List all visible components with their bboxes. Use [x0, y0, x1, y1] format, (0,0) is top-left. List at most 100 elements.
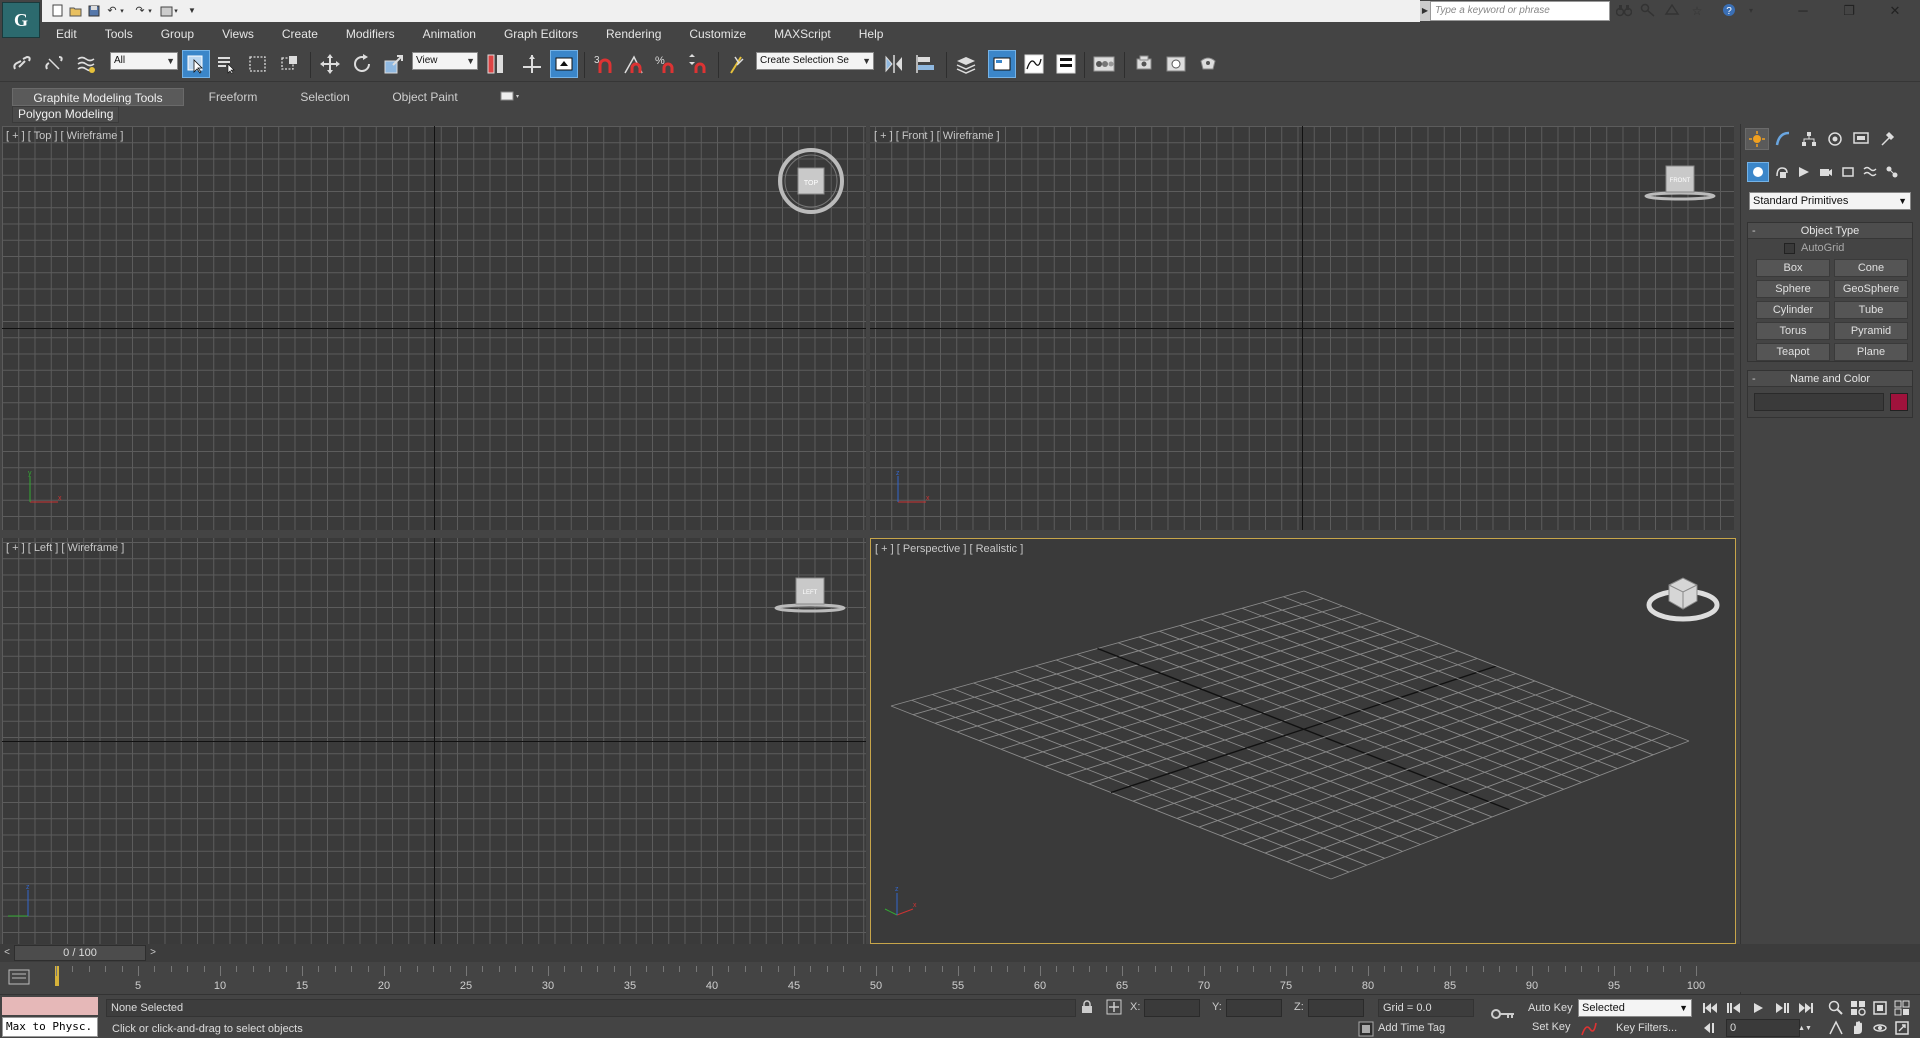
- mini-curve-editor-icon[interactable]: [8, 968, 34, 988]
- render-production-icon[interactable]: [1194, 50, 1222, 78]
- ribbon-tab-graphite-modeling[interactable]: Graphite Modeling Tools: [12, 88, 184, 106]
- primitives-dropdown[interactable]: Standard Primitives ▼: [1749, 192, 1911, 210]
- torus-button[interactable]: Torus: [1756, 322, 1830, 340]
- menu-maxscript[interactable]: MAXScript: [760, 24, 845, 44]
- menu-group[interactable]: Group: [147, 24, 208, 44]
- time-tag-icon[interactable]: [1358, 1021, 1374, 1037]
- time-slider[interactable]: < 0 / 100 >: [0, 944, 1920, 962]
- name-and-color-header[interactable]: - Name and Color: [1748, 371, 1912, 387]
- set-key-icon[interactable]: [1490, 1005, 1516, 1023]
- default-tangents-icon[interactable]: [1580, 1021, 1598, 1037]
- autogrid-checkbox[interactable]: AutoGrid: [1784, 241, 1844, 255]
- favorites-star-icon[interactable]: ☆: [1688, 3, 1706, 19]
- ribbon-options-icon[interactable]: [500, 89, 522, 103]
- object-name-input[interactable]: [1754, 393, 1884, 411]
- menu-help[interactable]: Help: [845, 24, 898, 44]
- zoom-extents-icon[interactable]: [1870, 999, 1890, 1017]
- project-dropdown-icon[interactable]: ▾: [172, 3, 180, 18]
- geosphere-button[interactable]: GeoSphere: [1834, 280, 1908, 298]
- subscription-key-icon[interactable]: [1640, 3, 1658, 19]
- box-button[interactable]: Box: [1756, 259, 1830, 277]
- redo-dropdown-icon[interactable]: ▾: [146, 3, 154, 18]
- maxscript-listener-input[interactable]: Max to Physc.: [2, 1017, 98, 1037]
- viewport-front-label[interactable]: [ + ] [ Front ] [ Wireframe ]: [874, 130, 1000, 142]
- edit-named-selection-icon[interactable]: [724, 50, 752, 78]
- display-tab-icon[interactable]: [1849, 128, 1873, 150]
- systems-category-icon[interactable]: [1881, 162, 1903, 182]
- previous-frame-icon[interactable]: [1724, 999, 1744, 1017]
- object-type-header[interactable]: - Object Type: [1748, 223, 1912, 239]
- pyramid-button[interactable]: Pyramid: [1834, 322, 1908, 340]
- window-crossing-icon[interactable]: [276, 50, 304, 78]
- menu-animation[interactable]: Animation: [409, 24, 490, 44]
- reference-coordinate-dropdown[interactable]: View ▼: [412, 52, 478, 70]
- zoom-icon[interactable]: [1826, 999, 1846, 1017]
- help-icon[interactable]: ?: [1722, 3, 1740, 19]
- viewport-perspective[interactable]: [ + ] [ Perspective ] [ Realistic ] zx: [870, 538, 1736, 944]
- communication-center-icon[interactable]: [1664, 3, 1682, 19]
- viewport-left-label[interactable]: [ + ] [ Left ] [ Wireframe ]: [6, 542, 124, 554]
- time-slider-next-icon[interactable]: >: [146, 945, 160, 961]
- menu-customize[interactable]: Customize: [675, 24, 760, 44]
- time-slider-prev-icon[interactable]: <: [0, 945, 14, 961]
- frame-spinner-icon[interactable]: ▲▼: [1798, 1019, 1812, 1037]
- viewport-front[interactable]: [ + ] [ Front ] [ Wireframe ] FRONT zx: [870, 126, 1734, 530]
- percent-snap-icon[interactable]: %: [652, 50, 680, 78]
- unlink-selection-icon[interactable]: [40, 50, 68, 78]
- time-slider-handle[interactable]: 0 / 100: [14, 945, 146, 961]
- app-logo-button[interactable]: G: [2, 2, 40, 38]
- select-by-name-icon[interactable]: [212, 50, 240, 78]
- layer-manager-icon[interactable]: [952, 50, 980, 78]
- cameras-category-icon[interactable]: [1815, 162, 1837, 182]
- viewcube-perspective[interactable]: [1643, 565, 1723, 625]
- add-time-tag-button[interactable]: Add Time Tag: [1378, 1019, 1445, 1037]
- select-and-link-icon[interactable]: [8, 50, 36, 78]
- keyboard-shortcut-override-icon[interactable]: [550, 50, 578, 78]
- set-key-button[interactable]: Set Key: [1532, 1021, 1571, 1033]
- menu-edit[interactable]: Edit: [42, 24, 91, 44]
- hierarchy-tab-icon[interactable]: [1797, 128, 1821, 150]
- select-and-rotate-icon[interactable]: [348, 50, 376, 78]
- new-file-icon[interactable]: [50, 3, 66, 18]
- orbit-icon[interactable]: [1870, 1019, 1890, 1037]
- field-of-view-icon[interactable]: [1826, 1019, 1846, 1037]
- close-button[interactable]: ✕: [1872, 0, 1918, 22]
- utilities-tab-icon[interactable]: [1875, 128, 1899, 150]
- spinner-snap-icon[interactable]: [684, 50, 712, 78]
- create-tab-icon[interactable]: [1745, 128, 1769, 150]
- auto-key-selection-dropdown[interactable]: Selected ▼: [1578, 999, 1692, 1017]
- tube-button[interactable]: Tube: [1834, 301, 1908, 319]
- geometry-category-icon[interactable]: [1747, 162, 1769, 182]
- lights-category-icon[interactable]: [1793, 162, 1815, 182]
- viewport-top-label[interactable]: [ + ] [ Top ] [ Wireframe ]: [6, 130, 123, 142]
- curve-editor-icon[interactable]: [1020, 50, 1048, 78]
- viewcube-left[interactable]: LEFT: [772, 574, 848, 614]
- key-mode-toggle-icon[interactable]: [1700, 1019, 1720, 1037]
- align-icon[interactable]: [912, 50, 940, 78]
- use-pivot-center-icon[interactable]: [482, 50, 510, 78]
- menu-views[interactable]: Views: [208, 24, 268, 44]
- help-dropdown-icon[interactable]: ▾: [1742, 3, 1760, 19]
- go-to-start-icon[interactable]: [1700, 999, 1720, 1017]
- search-expand-icon[interactable]: ▶: [1420, 1, 1430, 21]
- rendered-frame-window-icon[interactable]: [1162, 50, 1190, 78]
- selection-filter-dropdown[interactable]: All ▼: [110, 52, 178, 70]
- ribbon-tab-object-paint[interactable]: Object Paint: [384, 88, 466, 106]
- snaps-toggle-icon[interactable]: 3: [590, 50, 618, 78]
- space-warps-category-icon[interactable]: [1859, 162, 1881, 182]
- render-setup-icon[interactable]: [1130, 50, 1158, 78]
- pan-view-icon[interactable]: [1848, 1019, 1868, 1037]
- viewcube-top[interactable]: TOP: [776, 146, 846, 216]
- key-filters-button[interactable]: Key Filters...: [1616, 1022, 1677, 1034]
- auto-key-button[interactable]: Auto Key: [1528, 1002, 1573, 1014]
- schematic-view-icon[interactable]: [1052, 50, 1080, 78]
- sphere-button[interactable]: Sphere: [1756, 280, 1830, 298]
- mirror-icon[interactable]: [880, 50, 908, 78]
- undo-dropdown-icon[interactable]: ▾: [118, 3, 126, 18]
- track-bar-ruler[interactable]: 5 10 15 20 25 30 35 40 45 50 55 60 65 70 75 80 85 90 95 100: [56, 966, 1705, 992]
- play-icon[interactable]: [1748, 999, 1768, 1017]
- cone-button[interactable]: Cone: [1834, 259, 1908, 277]
- menu-graph-editors[interactable]: Graph Editors: [490, 24, 592, 44]
- maxscript-listener-output[interactable]: [2, 997, 98, 1015]
- named-selection-set-dropdown[interactable]: Create Selection Se ▼: [756, 52, 874, 70]
